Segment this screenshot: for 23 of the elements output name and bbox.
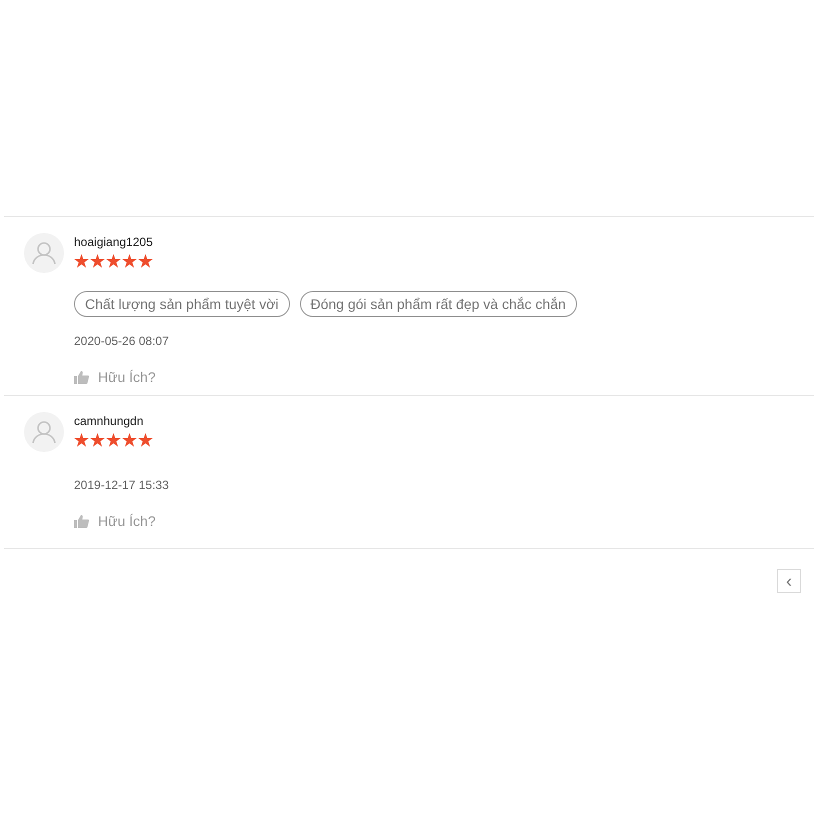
star-icon [74, 254, 89, 268]
review-tag: Đóng gói sản phẩm rất đẹp và chắc chắn [300, 291, 577, 317]
thumbs-up-icon[interactable] [74, 370, 89, 384]
review-tag: Chất lượng sản phẩm tuyệt vời [74, 291, 290, 317]
helpful-link[interactable]: Hữu Ích? [98, 369, 156, 385]
thumbs-up-icon[interactable] [74, 514, 89, 528]
star-icon [90, 433, 105, 447]
avatar-icon [24, 412, 64, 452]
star-icon [138, 433, 153, 447]
star-icon [106, 254, 121, 268]
previous-page-button[interactable]: ‹ [777, 569, 801, 593]
helpful-link[interactable]: Hữu Ích? [98, 513, 156, 529]
username: camnhungdn [74, 414, 144, 428]
star-icon [122, 254, 137, 268]
username: hoaigiang1205 [74, 235, 154, 249]
star-icon [122, 433, 137, 447]
review-date: 2020-05-26 08:07 [74, 334, 170, 348]
review-date: 2019-12-17 15:33 [74, 478, 169, 492]
avatar-icon [24, 233, 64, 273]
star-icon [74, 433, 89, 447]
star-icon [90, 254, 105, 268]
star-icon [106, 433, 121, 447]
star-icon [138, 254, 153, 268]
